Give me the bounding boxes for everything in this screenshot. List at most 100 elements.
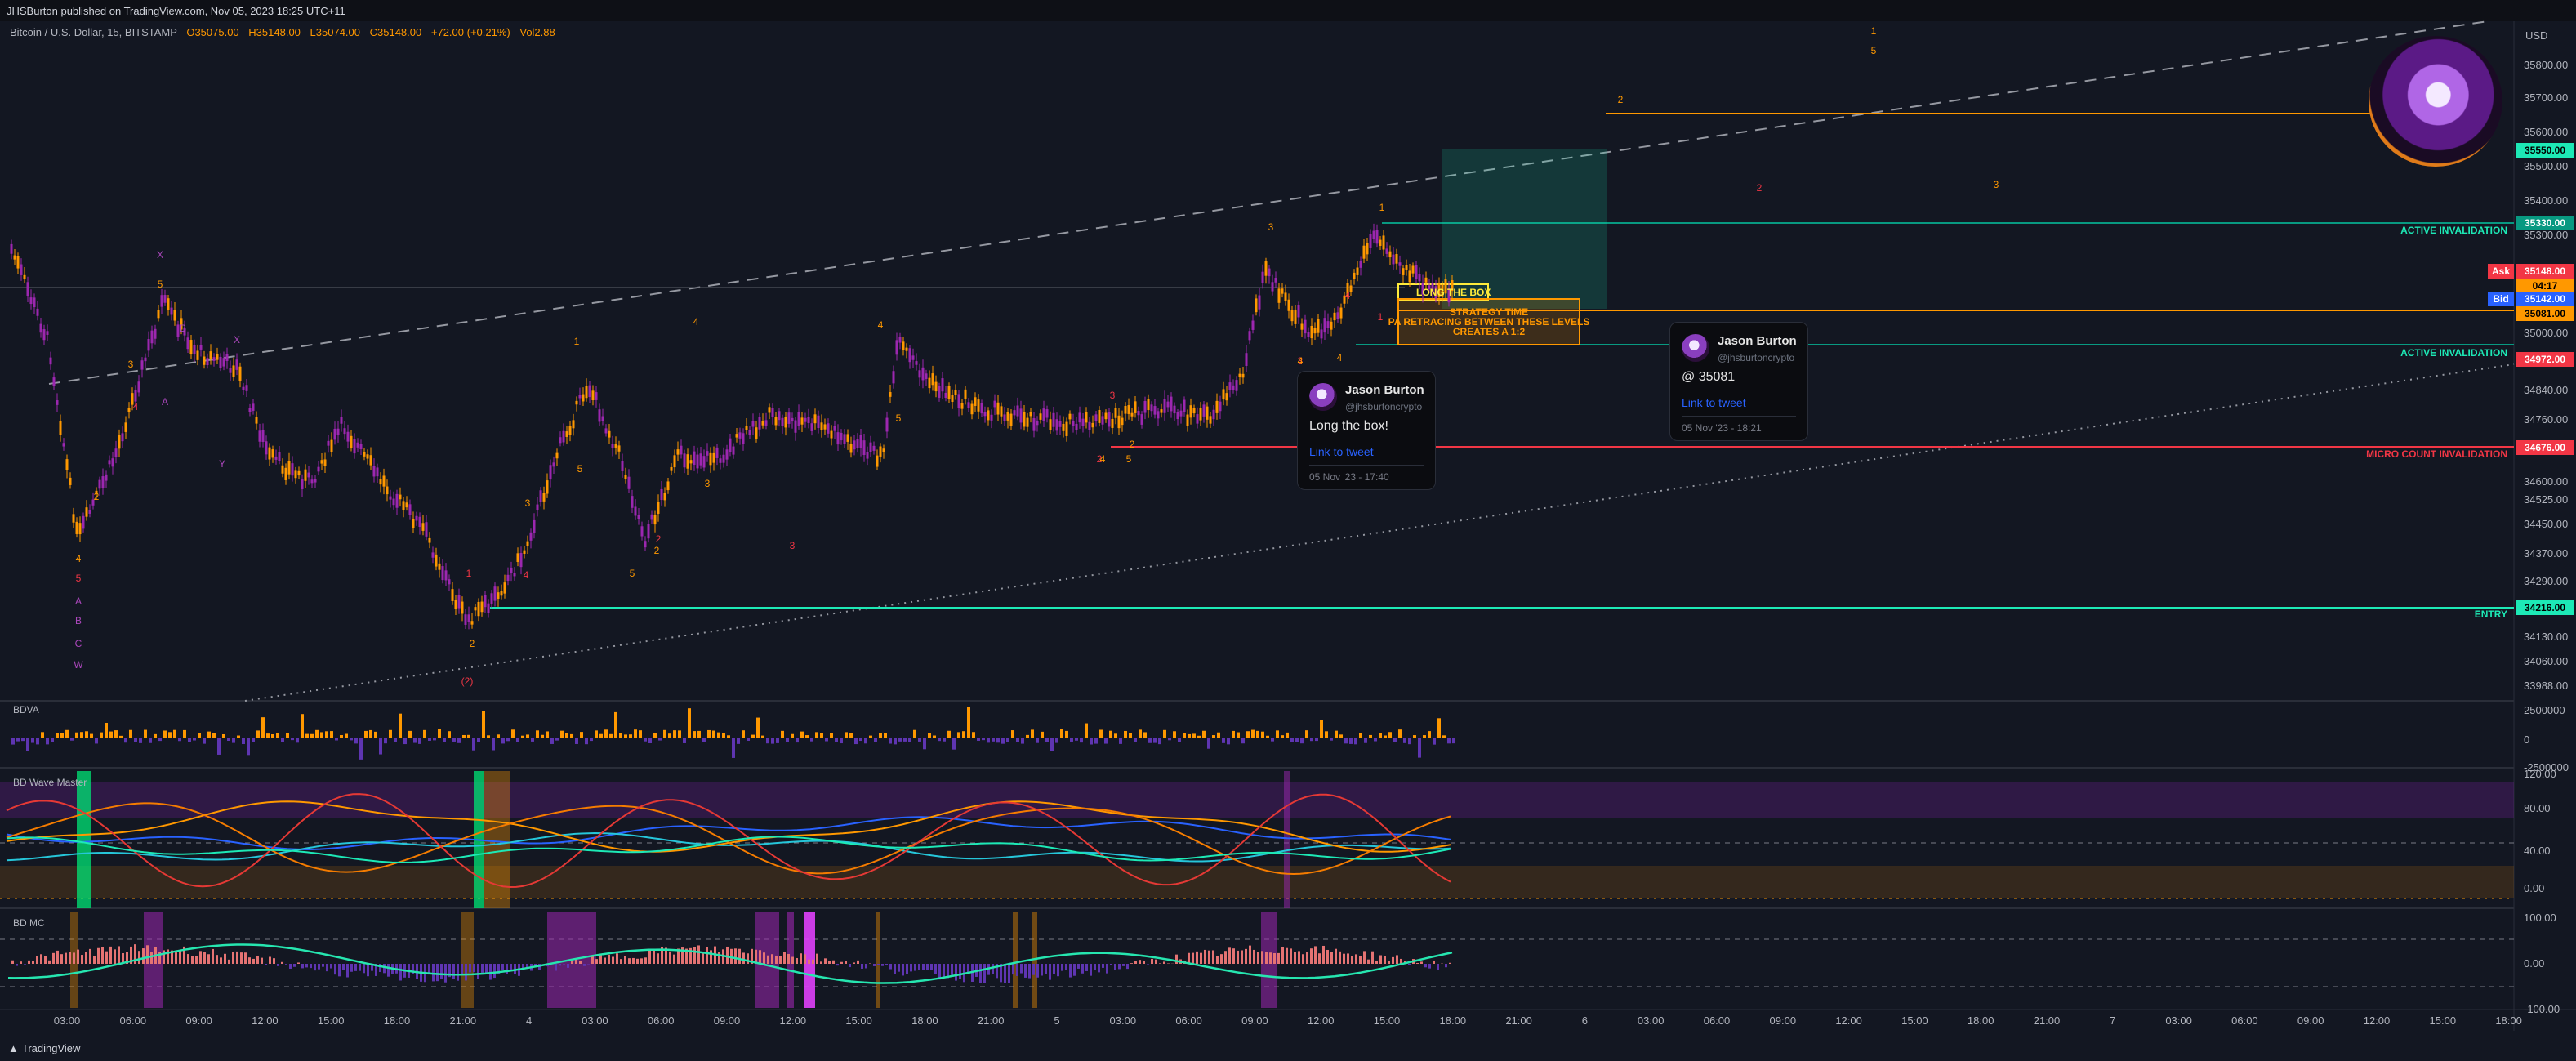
price-tick-label[interactable]: 34525.00 — [2524, 493, 2568, 506]
bdva-bar — [1403, 738, 1406, 743]
price-tick-label[interactable]: 34290.00 — [2524, 575, 2568, 587]
wave-label: C — [75, 638, 82, 649]
price-tick-label[interactable]: 35300.00 — [2524, 229, 2568, 241]
price-tick-label[interactable]: 34840.00 — [2524, 384, 2568, 396]
time-tick-label[interactable]: 03:00 — [54, 1014, 81, 1027]
candle-body — [261, 430, 265, 442]
time-tick-label[interactable]: 5 — [1054, 1014, 1059, 1027]
bdva-bar — [1094, 738, 1098, 744]
time-tick-label[interactable]: 12:00 — [1835, 1014, 1862, 1027]
tweet-link[interactable]: Link to tweet — [1309, 445, 1374, 458]
mc-bar — [787, 953, 790, 964]
bdva-bar — [727, 735, 730, 738]
candle-body — [800, 417, 804, 425]
price-tick-label[interactable]: 35500.00 — [2524, 160, 2568, 172]
time-tick-label[interactable]: 03:00 — [1110, 1014, 1137, 1027]
time-tick-label[interactable]: 12:00 — [252, 1014, 279, 1027]
tradingview-footer[interactable]: ▲ TradingView — [8, 1042, 80, 1054]
bdva-bar — [648, 738, 652, 743]
price-tick-label[interactable]: 35700.00 — [2524, 91, 2568, 104]
time-tick-label[interactable]: 06:00 — [120, 1014, 147, 1027]
price-tick-label[interactable]: 34130.00 — [2524, 631, 2568, 643]
candle-body — [745, 426, 748, 430]
candle-body — [26, 282, 29, 296]
upper-trendline[interactable] — [48, 20, 2489, 385]
time-tick-label[interactable]: 09:00 — [1241, 1014, 1268, 1027]
price-tick-label[interactable]: 33988.00 — [2524, 680, 2568, 692]
candle-body — [209, 351, 212, 359]
time-tick-label[interactable]: 15:00 — [1374, 1014, 1401, 1027]
candle-body — [536, 504, 539, 510]
mc-bar — [477, 964, 479, 979]
time-tick-label[interactable]: 12:00 — [780, 1014, 807, 1027]
tweet-card-1[interactable]: Jason Burton @jhsburtoncrypto Long the b… — [1297, 371, 1436, 490]
time-tick-label[interactable]: 09:00 — [2297, 1014, 2324, 1027]
price-tick-label[interactable]: 35400.00 — [2524, 194, 2568, 207]
candle-body — [320, 460, 323, 464]
candle-body — [513, 573, 516, 577]
mc-bar — [738, 948, 741, 964]
price-tick-label[interactable]: 34760.00 — [2524, 413, 2568, 426]
time-tick-label[interactable]: 12:00 — [2364, 1014, 2391, 1027]
bdva-bar — [105, 722, 108, 738]
time-tick-label[interactable]: 15:00 — [1901, 1014, 1928, 1027]
time-tick-label[interactable]: 03:00 — [2165, 1014, 2192, 1027]
time-tick-label[interactable]: 21:00 — [1505, 1014, 1532, 1027]
price-tick-label[interactable]: 35600.00 — [2524, 126, 2568, 138]
time-tick-label[interactable]: 18:00 — [1440, 1014, 1467, 1027]
time-tick-label[interactable]: 21:00 — [978, 1014, 1005, 1027]
candle-body — [1170, 396, 1173, 412]
bdva-tick: 2500000 — [2524, 704, 2565, 716]
time-tick-label[interactable]: 15:00 — [318, 1014, 345, 1027]
time-tick-label[interactable]: 18:00 — [384, 1014, 411, 1027]
time-tick-label[interactable]: 18:00 — [911, 1014, 938, 1027]
price-tick-label[interactable]: 34060.00 — [2524, 655, 2568, 667]
candle-body — [137, 381, 140, 393]
time-tick-label[interactable]: 03:00 — [582, 1014, 608, 1027]
candle-body — [52, 377, 56, 386]
tweet-link[interactable]: Link to tweet — [1682, 396, 1746, 409]
candle-body — [1045, 409, 1049, 418]
time-tick-label[interactable]: 21:00 — [2034, 1014, 2061, 1027]
bdva-bar — [1202, 730, 1206, 738]
wave-pane-title[interactable]: BD Wave Master — [13, 777, 87, 788]
bdva-bar — [1158, 738, 1161, 745]
price-tick-label[interactable]: 35800.00 — [2524, 59, 2568, 71]
time-tick-label[interactable]: 15:00 — [845, 1014, 872, 1027]
time-axis-ticks[interactable]: 03:00 06:00 09:00 12:00 15:00 18:00 21:00 4 03:0… — [54, 1014, 2522, 1027]
time-tick-label[interactable]: 18:00 — [1968, 1014, 1994, 1027]
time-tick-label[interactable]: 6 — [1582, 1014, 1588, 1027]
bdva-bar — [389, 729, 392, 738]
time-tick-label[interactable]: 09:00 — [185, 1014, 212, 1027]
time-tick-label[interactable]: 15:00 — [2430, 1014, 2457, 1027]
candle-body — [987, 410, 990, 421]
price-tick-label[interactable]: 35000.00 — [2524, 327, 2568, 339]
time-tick-label[interactable]: 06:00 — [648, 1014, 675, 1027]
price-tick-label[interactable]: 34370.00 — [2524, 547, 2568, 559]
bdva-bar — [497, 734, 500, 738]
bdva-bar — [751, 734, 755, 738]
candlestick-series[interactable] — [10, 223, 1454, 630]
bdva-bar — [1119, 738, 1122, 744]
time-tick-label[interactable]: 4 — [526, 1014, 532, 1027]
time-tick-label[interactable]: 21:00 — [450, 1014, 477, 1027]
price-tick-label[interactable]: 34600.00 — [2524, 475, 2568, 488]
time-tick-label[interactable]: 09:00 — [1770, 1014, 1797, 1027]
tweet-card-2[interactable]: Jason Burton @jhsburtoncrypto @ 35081 Li… — [1669, 322, 1808, 441]
price-tick-label[interactable]: 34450.00 — [2524, 518, 2568, 530]
bdva-bar — [1286, 732, 1289, 738]
time-tick-label[interactable]: 09:00 — [714, 1014, 741, 1027]
time-tick-label[interactable]: 06:00 — [2231, 1014, 2258, 1027]
bdva-pane-title[interactable]: BDVA — [13, 704, 39, 716]
chart-canvas[interactable]: X5342XBAY132452(2)152343452 533 414252 3134… — [0, 0, 2576, 1061]
bdva-bar — [1349, 738, 1353, 744]
mc-bar — [910, 964, 912, 972]
currency-label[interactable]: USD — [2525, 29, 2547, 42]
time-tick-label[interactable]: 03:00 — [1638, 1014, 1665, 1027]
mc-pane-title[interactable]: BD MC — [13, 917, 45, 929]
time-tick-label[interactable]: 12:00 — [1308, 1014, 1335, 1027]
time-tick-label[interactable]: 06:00 — [1175, 1014, 1202, 1027]
time-tick-label[interactable]: 7 — [2110, 1014, 2115, 1027]
time-tick-label[interactable]: 06:00 — [1704, 1014, 1731, 1027]
time-tick-label[interactable]: 18:00 — [2495, 1014, 2522, 1027]
